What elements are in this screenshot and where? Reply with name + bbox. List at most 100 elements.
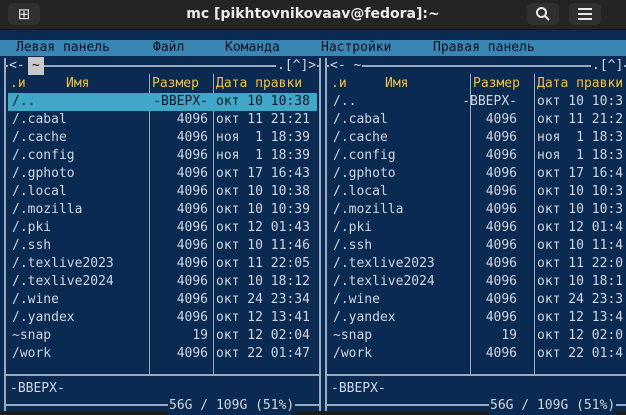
file-row[interactable]: ~snap 19 окт 12 02:04 bbox=[8, 327, 317, 345]
menu-options[interactable]: Настройки bbox=[321, 40, 391, 56]
file-modified-date: окт 11 22:0 bbox=[537, 256, 624, 271]
file-row[interactable]: /.pki 4096 окт 12 01:4 bbox=[329, 219, 626, 237]
file-modified-date: окт 12 01:43 bbox=[216, 220, 310, 235]
menu-command[interactable]: Команда bbox=[225, 40, 280, 56]
menu-file[interactable]: Файл bbox=[153, 40, 184, 56]
file-name: /.gphoto bbox=[333, 166, 396, 181]
file-row[interactable]: /.texlive2023 4096 окт 11 22:05 bbox=[8, 255, 317, 273]
file-name: /.cache bbox=[12, 130, 67, 145]
file-row[interactable]: /.cache 4096 ноя 1 18:39 bbox=[8, 129, 317, 147]
column-header-date[interactable]: Дата правки bbox=[537, 75, 623, 93]
file-size: 4096 bbox=[176, 130, 208, 145]
file-size: 4096 bbox=[176, 202, 208, 217]
file-size: 4096 bbox=[485, 112, 517, 127]
file-size: -ВВЕРХ- bbox=[462, 94, 517, 109]
file-size: 4096 bbox=[485, 292, 517, 307]
file-size: 4096 bbox=[176, 220, 208, 235]
panel-history-controls[interactable]: .[^]> bbox=[276, 57, 318, 75]
hamburger-menu-button[interactable] bbox=[569, 3, 601, 25]
file-row[interactable]: /.wine 4096 окт 24 23:34 bbox=[8, 291, 317, 309]
file-row[interactable]: ~snap 19 окт 12 02:0 bbox=[329, 327, 626, 345]
file-name: /.pki bbox=[12, 220, 52, 235]
file-name: /.yandex bbox=[333, 310, 396, 325]
menu-left-panel[interactable]: Левая панель bbox=[16, 40, 110, 56]
file-row[interactable]: /.mozilla 4096 окт 10 10:39 bbox=[8, 201, 317, 219]
file-modified-date: окт 22 01:4 bbox=[537, 346, 624, 361]
panel-status-text: -ВВЕРХ- bbox=[331, 381, 386, 396]
file-row[interactable]: /.config 4096 ноя 1 18:39 bbox=[8, 147, 317, 165]
file-row[interactable]: /.ssh 4096 окт 10 11:46 bbox=[8, 237, 317, 255]
file-name: /.ssh bbox=[12, 238, 52, 253]
file-modified-date: окт 17 16:4 bbox=[537, 166, 624, 181]
file-row[interactable]: /.ssh 4096 окт 10 11:4 bbox=[329, 237, 626, 255]
file-size: 4096 bbox=[485, 184, 517, 199]
file-row[interactable]: /.. -ВВЕРХ-окт 10 10:3 bbox=[329, 93, 626, 111]
file-name: /work bbox=[12, 346, 52, 361]
file-modified-date: окт 10 10:38 bbox=[216, 184, 310, 199]
panel-path[interactable]: ~ bbox=[28, 57, 44, 75]
file-row[interactable]: /.mozilla 4096 окт 10 10:3 bbox=[329, 201, 626, 219]
file-name: /work bbox=[333, 346, 373, 361]
menu-right-panel[interactable]: Правая панель bbox=[433, 40, 535, 56]
file-size: 4096 bbox=[176, 184, 208, 199]
file-row[interactable]: /.texlive2024 4096 окт 10 18:1 bbox=[329, 273, 626, 291]
file-row[interactable]: /.yandex 4096 окт 12 13:4 bbox=[329, 309, 626, 327]
panel-nav-path[interactable]: <- ~ bbox=[329, 57, 363, 75]
file-name: /.texlive2024 bbox=[333, 274, 435, 289]
file-modified-date: окт 12 02:0 bbox=[537, 328, 624, 343]
file-size: 4096 bbox=[485, 148, 517, 163]
column-header-name[interactable]: Имя bbox=[66, 75, 89, 93]
search-button[interactable] bbox=[527, 3, 559, 25]
column-header-date[interactable]: Дата правки bbox=[216, 75, 302, 93]
file-row[interactable]: /.cache 4096 ноя 1 18:3 bbox=[329, 129, 626, 147]
file-row[interactable]: /.pki 4096 окт 12 01:43 bbox=[8, 219, 317, 237]
file-row[interactable]: /.gphoto 4096 окт 17 16:4 bbox=[329, 165, 626, 183]
file-row[interactable]: /.texlive2024 4096 окт 10 18:12 bbox=[8, 273, 317, 291]
column-header-size[interactable]: Размер bbox=[152, 75, 199, 93]
sort-indicator[interactable]: .и bbox=[10, 75, 26, 93]
file-size: 19 bbox=[192, 328, 208, 343]
file-size: 4096 bbox=[176, 112, 208, 127]
column-header-size[interactable]: Размер bbox=[473, 75, 520, 93]
file-row[interactable]: /.cabal 4096 окт 11 21:21 bbox=[8, 111, 317, 129]
file-size: 4096 bbox=[176, 310, 208, 325]
column-header-name[interactable]: Имя bbox=[385, 75, 408, 93]
sort-indicator[interactable]: .и bbox=[331, 75, 347, 93]
file-size: 4096 bbox=[176, 148, 208, 163]
file-modified-date: окт 10 10:38 bbox=[216, 94, 310, 109]
file-modified-date: окт 10 10:3 bbox=[537, 202, 624, 217]
file-name: /.. bbox=[12, 94, 36, 109]
file-name: /.mozilla bbox=[12, 202, 83, 217]
file-row[interactable]: /.wine 4096 окт 24 23:3 bbox=[329, 291, 626, 309]
panel-top-border bbox=[6, 65, 319, 67]
file-row[interactable]: /.texlive2023 4096 окт 11 22:0 bbox=[329, 255, 626, 273]
file-name: /.config bbox=[333, 148, 396, 163]
file-size: 19 bbox=[501, 328, 517, 343]
file-name: /.wine bbox=[333, 292, 380, 307]
file-modified-date: окт 10 10:39 bbox=[216, 202, 310, 217]
file-modified-date: окт 12 01:4 bbox=[537, 220, 624, 235]
file-row[interactable]: /.local 4096 окт 10 10:38 bbox=[8, 183, 317, 201]
file-row[interactable]: /.config 4096 ноя 1 18:3 bbox=[329, 147, 626, 165]
file-row[interactable]: /.. -ВВЕРХ-окт 10 10:38 bbox=[8, 93, 317, 111]
file-size: 4096 bbox=[485, 130, 517, 145]
file-row[interactable]: /.yandex 4096 окт 12 13:41 bbox=[8, 309, 317, 327]
file-row[interactable]: /work 4096 окт 22 01:4 bbox=[329, 345, 626, 363]
file-modified-date: окт 11 21:21 bbox=[216, 112, 310, 127]
file-row[interactable]: /.local 4096 окт 10 10:3 bbox=[329, 183, 626, 201]
file-row[interactable]: /.cabal 4096 окт 11 21:2 bbox=[329, 111, 626, 129]
file-row[interactable]: /.gphoto 4096 окт 17 16:43 bbox=[8, 165, 317, 183]
file-name: /.texlive2023 bbox=[12, 256, 114, 271]
file-name: /.ssh bbox=[333, 238, 373, 253]
file-row[interactable]: /work 4096 окт 22 01:47 bbox=[8, 345, 317, 363]
file-size: 4096 bbox=[485, 220, 517, 235]
left-panel[interactable]: <- ~ .[^]> .и Имя Размер Дата правки /..… bbox=[4, 57, 321, 415]
file-modified-date: окт 11 22:05 bbox=[216, 256, 310, 271]
file-size: 4096 bbox=[485, 256, 517, 271]
file-size: 4096 bbox=[485, 202, 517, 217]
file-size: 4096 bbox=[176, 346, 208, 361]
right-panel[interactable]: <- ~ .[^] .и Имя Размер Дата правки /.. -… bbox=[325, 57, 626, 415]
file-name: /.texlive2023 bbox=[333, 256, 435, 271]
file-size: 4096 bbox=[176, 166, 208, 181]
panel-history-controls[interactable]: .[^] bbox=[591, 57, 625, 75]
